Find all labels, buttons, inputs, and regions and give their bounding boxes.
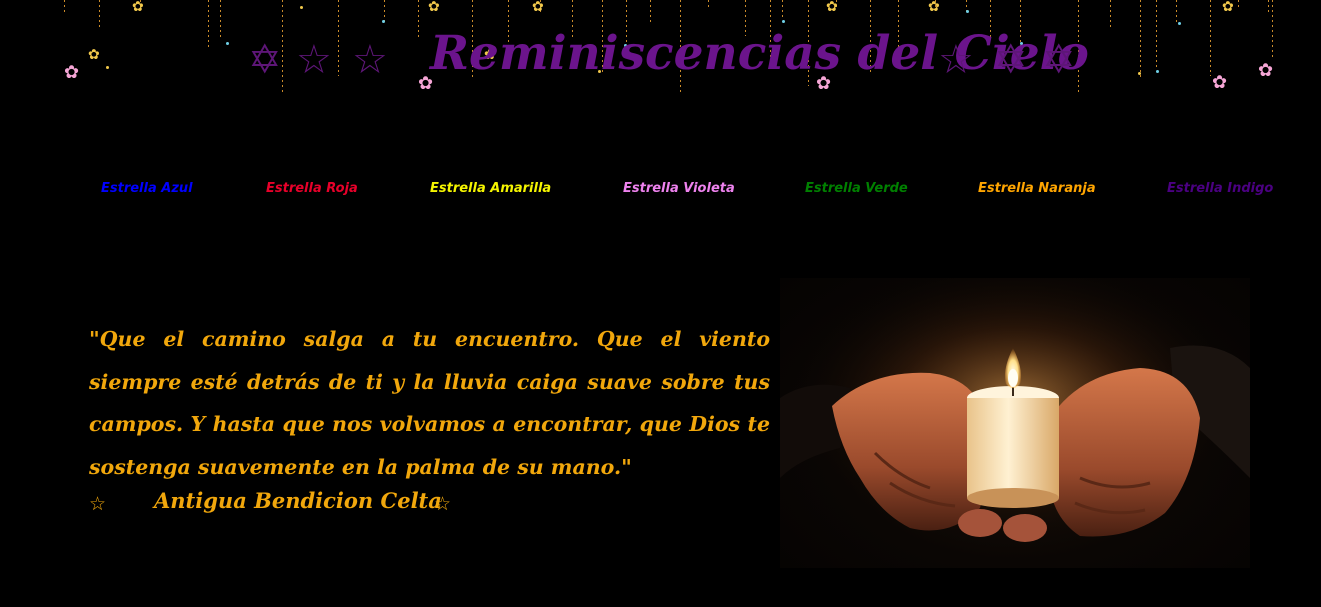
nav-link-estrella-amarilla[interactable]: Estrella Amarilla (430, 181, 551, 196)
nav-link-estrella-naranja[interactable]: Estrella Naranja (978, 181, 1096, 196)
twinkle-dot (1138, 72, 1141, 75)
hanging-string (64, 0, 65, 14)
hanging-string (99, 0, 100, 30)
flower-star-icon: ✿ (1258, 60, 1274, 81)
quote-attribution: Antigua Bendicion Celta (154, 488, 442, 513)
nav-link-estrella-azul[interactable]: Estrella Azul (101, 181, 193, 196)
star-navigation: Estrella Azul Estrella Roja Estrella Ama… (0, 181, 1321, 201)
twinkle-dot (382, 20, 385, 23)
hanging-string (1210, 0, 1211, 76)
hanging-string (782, 0, 783, 20)
flower-star-icon: ✿ (532, 0, 544, 15)
hanging-string (338, 0, 339, 76)
site-title: Reminiscencias del Cielo (430, 26, 1089, 81)
page: ✿ ✿ ✿ ✿ ✿ ✿ ✿ ✿ ✿ ✿ ✿ ✿ ✿ Reminiscencias del Cielo ✡… (0, 0, 1321, 607)
nav-link-estrella-roja[interactable]: Estrella Roja (266, 181, 358, 196)
hanging-string (418, 0, 419, 40)
twinkle-dot (1178, 22, 1181, 25)
hanging-string (282, 0, 283, 94)
hanging-string (1156, 0, 1157, 70)
quote-block: "Que el camino salga a tu encuentro. Que… (89, 318, 770, 488)
hollow-star-icon: ✡ (248, 37, 282, 83)
hanging-string (1140, 0, 1141, 78)
hanging-string (708, 0, 709, 10)
hollow-star-icon: ✡ (1042, 37, 1076, 83)
flower-star-icon: ✿ (428, 0, 440, 15)
hanging-string (1272, 0, 1273, 60)
flower-star-icon: ✿ (132, 0, 144, 15)
flower-star-icon: ✿ (1212, 72, 1228, 93)
quote-text: "Que el camino salga a tu encuentro. Que… (89, 327, 770, 479)
hanging-string (220, 0, 221, 38)
flower-star-icon: ✿ (1222, 0, 1234, 15)
hanging-string (1176, 0, 1177, 24)
candle-photo (780, 278, 1250, 568)
flower-star-icon: ✿ (88, 47, 100, 63)
twinkle-dot (106, 66, 109, 69)
nav-link-estrella-violeta[interactable]: Estrella Violeta (623, 181, 735, 196)
hanging-string (384, 0, 385, 22)
hanging-string (1238, 0, 1239, 8)
twinkle-dot (966, 10, 969, 13)
flower-star-icon: ✿ (826, 0, 838, 15)
nav-link-estrella-indigo[interactable]: Estrella Indigo (1167, 181, 1273, 196)
star-icon: ☆ (89, 493, 107, 515)
flower-star-icon: ✿ (64, 62, 80, 83)
flower-star-icon: ✿ (928, 0, 940, 15)
twinkle-dot (1156, 70, 1159, 73)
candle-in-hands-illustration (780, 278, 1250, 568)
hanging-string (1110, 0, 1111, 30)
hollow-star-icon: ☆ (296, 37, 332, 83)
nav-link-estrella-verde[interactable]: Estrella Verde (805, 181, 908, 196)
hollow-star-icon: ☆ (938, 37, 974, 83)
hanging-string (650, 0, 651, 24)
hollow-star-icon: ✡ (994, 37, 1028, 83)
hollow-star-icon: ☆ (352, 37, 388, 83)
star-icon: ☆ (434, 493, 452, 515)
twinkle-dot (782, 20, 785, 23)
hanging-string (208, 0, 209, 50)
hanging-string (1268, 0, 1269, 12)
twinkle-dot (226, 42, 229, 45)
twinkle-dot (300, 6, 303, 9)
